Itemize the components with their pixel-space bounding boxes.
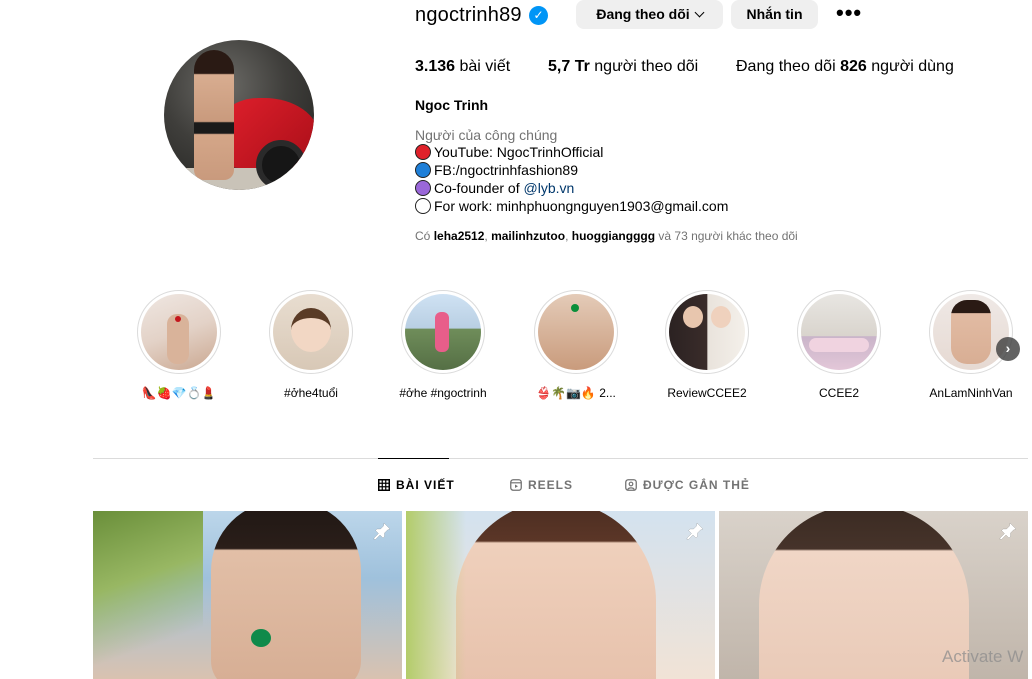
pinned-post-icon xyxy=(999,522,1017,540)
followed-by-user: mailinhzutoo xyxy=(491,229,566,243)
followed-by-user: leha2512 xyxy=(433,229,485,243)
message-button[interactable]: Nhắn tin xyxy=(731,0,818,29)
followed-by-user: huoggiangggg xyxy=(571,229,656,243)
bio-facebook-text: FB:/ngoctrinhfashion89 xyxy=(434,162,578,178)
highlight-ring xyxy=(929,290,1013,374)
highlight-ring xyxy=(137,290,221,374)
blue-circle-icon xyxy=(415,162,431,178)
bio-youtube-text: YouTube: NgocTrinhOfficial xyxy=(434,144,604,160)
story-highlight[interactable]: #ởhe #ngoctrinh xyxy=(399,290,487,400)
pinned-post-icon xyxy=(373,522,391,540)
profile-avatar[interactable] xyxy=(164,40,314,190)
highlight-thumbnail xyxy=(933,294,1009,370)
followers-count: 5,7 Tr xyxy=(548,58,590,75)
highlight-label: #ởhe4tuổi xyxy=(284,386,338,400)
highlight-label: AnLamNinhVan xyxy=(929,386,1013,400)
highlight-thumbnail xyxy=(141,294,217,370)
bio-facebook: FB:/ngoctrinhfashion89 xyxy=(415,161,578,179)
active-tab-indicator xyxy=(378,458,449,459)
following-dropdown-button[interactable]: Đang theo dõi xyxy=(576,0,723,29)
followed-by-text[interactable]: Có leha2512, mailinhzutoo, huoggiangggg … xyxy=(415,229,798,243)
story-highlight[interactable]: ReviewCCEE2 xyxy=(665,290,749,400)
highlight-label: CCEE2 xyxy=(818,386,859,400)
followers-label: người theo dõi xyxy=(594,58,699,75)
red-circle-icon xyxy=(415,144,431,160)
post-thumbnail[interactable] xyxy=(406,511,715,679)
grid-icon xyxy=(378,479,390,491)
tab-tagged[interactable]: ĐƯỢC GẮN THẺ xyxy=(625,478,750,492)
highlight-thumbnail xyxy=(669,294,745,370)
highlights-next-button[interactable]: › xyxy=(996,337,1020,361)
highlight-ring xyxy=(665,290,749,374)
highlight-ring xyxy=(797,290,881,374)
tab-tagged-label: ĐƯỢC GẮN THẺ xyxy=(643,478,750,492)
highlight-thumbnail xyxy=(405,294,481,370)
highlight-ring xyxy=(401,290,485,374)
highlight-ring xyxy=(269,290,353,374)
story-highlight[interactable]: 👙🌴📷🔥 2... xyxy=(534,290,618,400)
avatar-wheel xyxy=(256,140,306,190)
following-prefix: Đang theo dõi xyxy=(736,58,836,75)
verified-badge-icon: ✓ xyxy=(529,6,548,25)
bio-work: For work: minhphuongnguyen1903@gmail.com xyxy=(415,197,728,215)
posts-label: bài viết xyxy=(459,58,511,75)
highlight-label: ReviewCCEE2 xyxy=(667,386,747,400)
tab-reels-label: REELS xyxy=(528,478,574,492)
bio-cofounder-text: Co-founder of xyxy=(434,180,524,196)
pinned-post-icon xyxy=(686,522,704,540)
highlight-label: 👙🌴📷🔥 2... xyxy=(536,386,616,400)
highlight-thumbnail xyxy=(538,294,614,370)
followers-stat[interactable]: 5,7 Tr người theo dõi xyxy=(548,58,698,76)
followed-by-prefix: Có xyxy=(415,229,434,243)
posts-stat: 3.136 bài viết xyxy=(415,58,510,76)
story-highlight[interactable]: 👠🍓💎💍💄 xyxy=(137,290,221,400)
more-options-icon[interactable]: ••• xyxy=(836,2,862,24)
story-highlight[interactable]: CCEE2 xyxy=(797,290,881,400)
tagged-icon xyxy=(625,479,637,491)
posts-count: 3.136 xyxy=(415,58,456,75)
tab-reels[interactable]: REELS xyxy=(510,478,573,492)
bio-work-text: For work: minhphuongnguyen1903@gmail.com xyxy=(434,198,729,214)
tab-posts[interactable]: BÀI VIẾT xyxy=(378,478,455,492)
white-circle-icon xyxy=(415,198,431,214)
chevron-down-icon xyxy=(694,7,705,18)
profile-full-name: Ngoc Trinh xyxy=(415,97,489,113)
following-button-label: Đang theo dõi xyxy=(596,6,690,22)
post-thumbnail[interactable] xyxy=(93,511,402,679)
followed-by-separator: , xyxy=(565,229,572,243)
highlight-thumbnail xyxy=(273,294,349,370)
tab-posts-label: BÀI VIẾT xyxy=(396,478,455,492)
profile-category: Người của công chúng xyxy=(415,127,558,143)
highlight-label: 👠🍓💎💍💄 xyxy=(141,386,217,400)
activation-watermark: Activate W xyxy=(942,647,1024,666)
highlight-label: #ởhe #ngoctrinh xyxy=(399,386,487,400)
purple-circle-icon xyxy=(415,180,431,196)
following-stat[interactable]: Đang theo dõi 826 người dùng xyxy=(736,58,954,76)
following-suffix: người dùng xyxy=(871,58,954,75)
profile-username: ngoctrinh89 xyxy=(415,4,522,26)
following-count: 826 xyxy=(840,58,867,75)
bio-cofounder: Co-founder of @lyb.vn xyxy=(415,179,574,197)
reels-icon xyxy=(510,479,522,491)
highlight-thumbnail xyxy=(801,294,877,370)
bio-youtube: YouTube: NgocTrinhOfficial xyxy=(415,143,603,161)
highlight-ring xyxy=(534,290,618,374)
avatar-figure xyxy=(194,50,234,180)
tabs-divider xyxy=(93,458,1028,459)
story-highlight[interactable]: #ởhe4tuổi xyxy=(269,290,353,400)
followed-by-suffix: và 73 người khác theo dõi xyxy=(655,229,798,243)
bio-mention-link[interactable]: @lyb.vn xyxy=(524,179,575,197)
